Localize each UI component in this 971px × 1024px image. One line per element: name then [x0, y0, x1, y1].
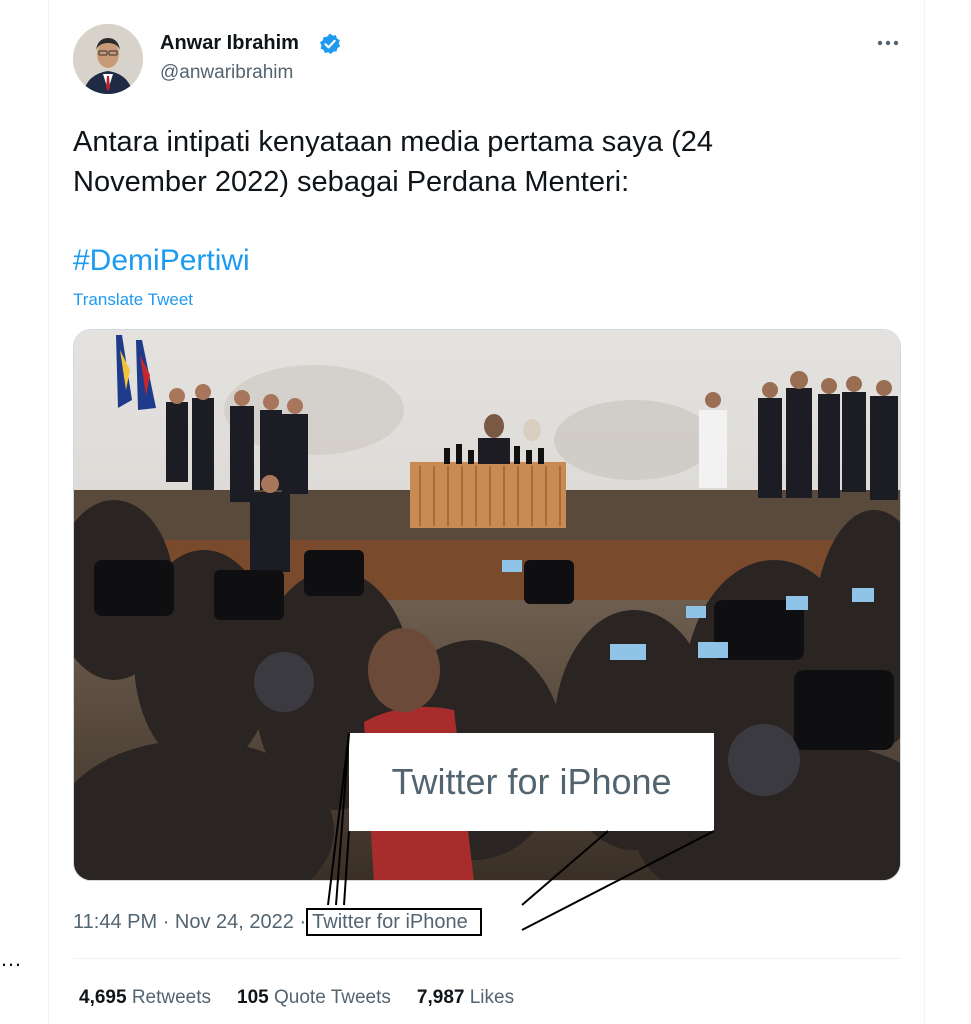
- truncation-dots: …: [0, 946, 22, 971]
- timeline-border-left: [48, 0, 49, 1024]
- tweet-metadata: 11:44 PM · Nov 24, 2022 · Twitter for iPh…: [73, 908, 482, 936]
- tweet-source-link[interactable]: Twitter for iPhone: [306, 908, 482, 936]
- likes-count: 7,987: [416, 987, 465, 1008]
- quote-tweets-stat[interactable]: 105 Quote Tweets: [237, 987, 391, 1009]
- author-handle[interactable]: @anwaribrahim: [160, 62, 293, 84]
- tweet-text: Antara intipati kenyataan media pertama …: [73, 126, 713, 198]
- author-name[interactable]: Anwar Ibrahim: [160, 32, 299, 55]
- tweet-date[interactable]: Nov 24, 2022: [175, 911, 294, 933]
- more-options-icon[interactable]: [873, 28, 903, 58]
- hashtag-link[interactable]: #DemiPertiwi: [73, 244, 250, 278]
- tweet-time[interactable]: 11:44 PM: [73, 911, 157, 933]
- stats-divider: [73, 958, 901, 959]
- timeline-border-right: [924, 0, 925, 1024]
- retweets-count: 4,695: [79, 987, 127, 1008]
- quote-tweets-label: Quote Tweets: [274, 987, 391, 1008]
- translate-tweet-link[interactable]: Translate Tweet: [73, 290, 193, 310]
- author-avatar[interactable]: [73, 24, 143, 94]
- meta-separator: ·: [162, 911, 170, 933]
- likes-label: Likes: [469, 987, 515, 1008]
- meta-separator: ·: [299, 911, 307, 933]
- source-callout-box: Twitter for iPhone: [349, 733, 714, 831]
- engagement-stats: 4,695 Retweets 105 Quote Tweets 7,987 Li…: [79, 987, 540, 1009]
- verified-badge-icon: [318, 32, 342, 56]
- retweets-label: Retweets: [131, 987, 212, 1008]
- quote-tweets-count: 105: [237, 987, 269, 1008]
- retweets-stat[interactable]: 4,695 Retweets: [79, 987, 211, 1009]
- likes-stat[interactable]: 7,987 Likes: [417, 987, 514, 1009]
- source-callout-text: Twitter for iPhone: [391, 761, 672, 802]
